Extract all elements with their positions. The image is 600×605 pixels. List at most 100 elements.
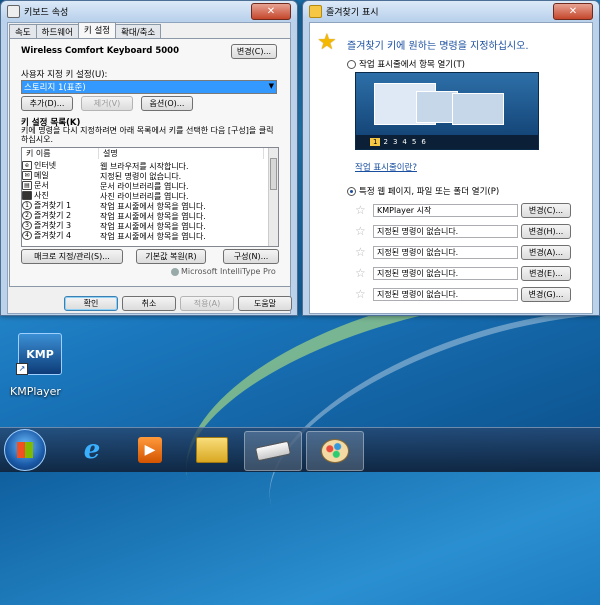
document-icon: ▤ (22, 181, 32, 190)
close-icon[interactable]: ✕ (251, 2, 291, 20)
tab-hardware[interactable]: 하드웨어 (35, 24, 79, 38)
assignment-field-2[interactable]: 지정된 명령이 없습니다. (373, 225, 518, 238)
photo-icon (22, 191, 32, 200)
row-description: 웹 브라우저를 시작합니다. (100, 162, 189, 171)
mail-icon: ✉ (22, 171, 32, 180)
preview-slot-2: 2 (383, 138, 388, 146)
favorites-window-titlebar[interactable]: 즐겨찾기 표시 ✕ (303, 1, 599, 21)
ok-button[interactable]: 확인 (64, 296, 118, 311)
shortcut-arrow-icon: ↗ (16, 363, 28, 375)
folder-glyph (196, 437, 228, 463)
table-row[interactable]: ▤ 문서 문서 라이브러리를 엽니다. (22, 181, 268, 191)
restore-defaults-button[interactable]: 기본값 복원(R) (136, 249, 206, 264)
kmplayer-badge: KMP (26, 347, 54, 361)
macro-button[interactable]: 매크로 지정/관리(S)... (21, 249, 123, 264)
option-taskbar-label: 작업 표시줄에서 항목 열기(T) (359, 60, 465, 70)
cancel-button[interactable]: 취소 (122, 296, 176, 311)
configure-button[interactable]: 구성(N)... (223, 249, 279, 264)
taskbar-preview: 1 2 3 4 5 6 (355, 72, 539, 150)
change-button-1[interactable]: 변경(C)... (521, 203, 571, 218)
key-list-scrollbar[interactable] (268, 148, 278, 246)
row-description: 문서 라이브러리를 엽니다. (100, 182, 189, 191)
options-button[interactable]: 옵션(O)... (141, 96, 193, 111)
keyboard-icon[interactable] (244, 431, 302, 471)
keyboard-window-title: 키보드 속성 (24, 7, 69, 18)
keyboard-window-icon (7, 4, 20, 18)
key-list[interactable]: 키 이름 설명 e 인터넷 웹 브라우저를 시작합니다. ✉ 메일 지정된 명령이 … (21, 147, 279, 247)
table-row[interactable]: 2 즐겨찾기 2 작업 표시줄에서 항목을 엽니다. (22, 211, 268, 221)
paint-glyph (321, 439, 349, 463)
change-button-3[interactable]: 변경(A)... (521, 245, 571, 260)
table-row[interactable]: e 인터넷 웹 브라우저를 시작합니다. (22, 161, 268, 171)
preview-slot-5: 5 (411, 138, 417, 146)
taskbar: e ▶ (0, 427, 600, 472)
row-description: 작업 표시줄에서 항목을 엽니다. (100, 222, 206, 231)
start-orb[interactable] (4, 429, 46, 471)
chevron-down-icon: ▼ (268, 82, 274, 90)
row-description: 작업 표시줄에서 항목을 엽니다. (100, 232, 206, 241)
preview-window (452, 93, 504, 125)
change-button-4[interactable]: 변경(E)... (521, 266, 571, 281)
help-button[interactable]: 도움말 (238, 296, 292, 311)
table-row[interactable]: 1 즐겨찾기 1 작업 표시줄에서 항목을 엽니다. (22, 201, 268, 211)
tab-speed[interactable]: 속도 (9, 24, 37, 38)
change-button-2[interactable]: 변경(H)... (521, 224, 571, 239)
user-settings-select[interactable]: 스토리지 1(표준) ▼ (21, 80, 277, 94)
option-specific-label: 특정 웹 페이지, 파일 또는 폴더 열기(P) (359, 187, 500, 197)
keyboard-window-titlebar[interactable]: 키보드 속성 ✕ (1, 1, 297, 21)
preview-slot-3: 3 (392, 138, 398, 146)
favorite-5-icon: ☆ (355, 287, 366, 301)
close-icon[interactable]: ✕ (553, 2, 593, 20)
tab-key-settings[interactable]: 키 설정 (77, 22, 117, 38)
row-key-name: 즐겨찾기 4 (34, 231, 72, 240)
file-explorer-icon[interactable] (184, 431, 240, 469)
assignment-field-5[interactable]: 지정된 명령이 없습니다. (373, 288, 518, 301)
preview-slot-6: 6 (421, 138, 426, 146)
favorite-1-icon: 1 (22, 201, 32, 210)
star-icon: ★ (317, 30, 337, 55)
apply-button: 적용(A) (180, 296, 234, 311)
keyboard-properties-window: 키보드 속성 ✕ 속도 하드웨어 키 설정 확대/축소 Wireless Com… (0, 0, 298, 316)
table-row[interactable]: ✉ 메일 지정된 명령이 없습니다. (22, 171, 268, 181)
scrollbar-thumb[interactable] (270, 158, 277, 190)
assignment-field-1[interactable]: KMPlayer 시작 (373, 204, 518, 217)
assignment-field-4[interactable]: 지정된 명령이 없습니다. (373, 267, 518, 280)
keyboard-glyph (254, 440, 292, 462)
device-name: Wireless Comfort Keyboard 5000 (21, 46, 179, 56)
column-header-key-name[interactable]: 키 이름 (22, 148, 99, 159)
change-button-5[interactable]: 변경(G)... (521, 287, 571, 302)
intellitype-logo: Microsoft IntelliType Pro (171, 267, 276, 276)
media-player-icon[interactable]: ▶ (122, 431, 178, 469)
option-taskbar[interactable]: 작업 표시줄에서 항목 열기(T) (347, 58, 465, 70)
table-row[interactable]: 3 즐겨찾기 3 작업 표시줄에서 항목을 엽니다. (22, 221, 268, 231)
favorite-3-icon: 3 (22, 221, 32, 230)
windows-logo-icon (17, 442, 33, 458)
change-device-button[interactable]: 변경(C)... (231, 44, 277, 59)
add-button[interactable]: 추가(D)... (21, 96, 73, 111)
column-header-description[interactable]: 설명 (99, 148, 264, 159)
favorite-3-icon: ☆ (355, 245, 366, 259)
desktop-icon-kmplayer[interactable]: KMP ↗ KMPlayer (10, 333, 70, 403)
table-row[interactable]: 4 즐겨찾기 4 작업 표시줄에서 항목을 엽니다. (22, 231, 268, 241)
favorites-window-title: 즐겨찾기 표시 (326, 7, 379, 18)
option-specific-radio[interactable] (347, 187, 356, 196)
preview-taskbar: 1 2 3 4 5 6 (356, 135, 538, 149)
what-is-taskbar-link[interactable]: 작업 표시줄이란? (355, 161, 417, 173)
favorites-heading: 즐겨찾기 키에 원하는 명령을 지정하십시오. (347, 41, 529, 52)
assignment-field-3[interactable]: 지정된 명령이 없습니다. (373, 246, 518, 259)
preview-slot-4: 4 (402, 138, 407, 146)
favorite-2-icon: ☆ (355, 224, 366, 238)
favorite-4-icon: 4 (22, 231, 32, 240)
internet-explorer-icon[interactable]: e (64, 431, 120, 469)
remove-button: 제거(V) (81, 96, 133, 111)
tab-zoom[interactable]: 확대/축소 (115, 24, 162, 38)
paint-icon[interactable] (306, 431, 364, 471)
row-description: 지정된 명령이 없습니다. (100, 172, 182, 181)
keyboard-tabs: 속도 하드웨어 키 설정 확대/축소 (9, 22, 162, 38)
option-taskbar-radio[interactable] (347, 60, 356, 69)
media-player-glyph: ▶ (138, 437, 162, 463)
favorite-1-icon: ☆ (355, 203, 366, 217)
option-specific[interactable]: 특정 웹 페이지, 파일 또는 폴더 열기(P) (347, 185, 499, 197)
user-settings-value: 스토리지 1(표준) (24, 83, 86, 93)
table-row[interactable]: 사진 사진 라이브러리를 엽니다. (22, 191, 268, 201)
